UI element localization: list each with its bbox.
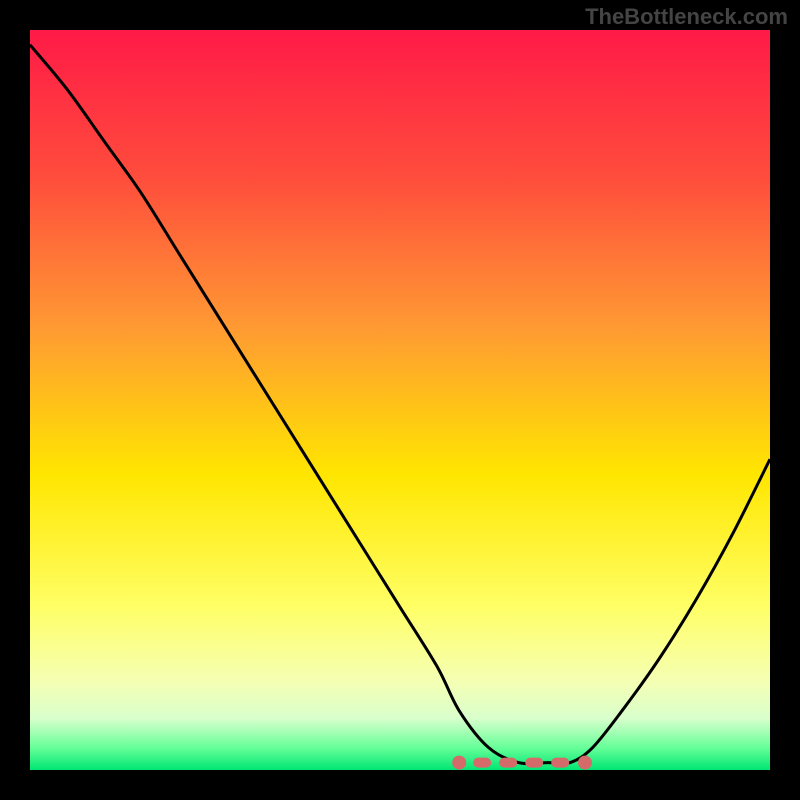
watermark-text: TheBottleneck.com bbox=[585, 4, 788, 30]
chart-svg bbox=[30, 30, 770, 770]
chart-plot-area bbox=[30, 30, 770, 770]
